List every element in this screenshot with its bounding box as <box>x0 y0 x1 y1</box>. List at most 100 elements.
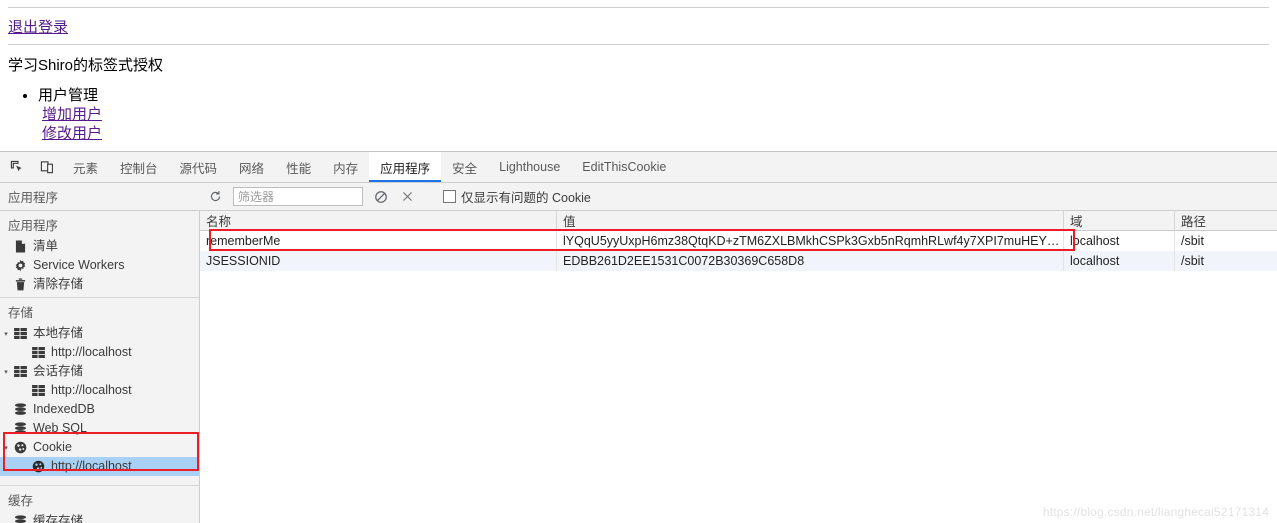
watermark: https://blog.csdn.net/lianghecai52171314 <box>1042 505 1269 519</box>
table-row[interactable]: JSESSIONID EDBB261D2EE1531C0072B30369C65… <box>200 251 1277 271</box>
sidebar-item-session-storage[interactable]: ▾ 会话存储 <box>0 362 199 381</box>
sidebar-item-local-storage[interactable]: ▾ 本地存储 <box>0 324 199 343</box>
tab-lighthouse[interactable]: Lighthouse <box>488 152 571 182</box>
sidebar-section-title-application: 应用程序 <box>8 219 59 233</box>
column-header-domain[interactable]: 域 <box>1063 211 1175 231</box>
logout-link[interactable]: 退出登录 <box>8 16 68 37</box>
cookie-table-header: 名称 值 域 路径 <box>200 211 1277 231</box>
table-header-row: 名称 值 域 路径 <box>200 211 1277 231</box>
device-toolbar-icon[interactable] <box>38 158 56 176</box>
sidebar-item-label: Cookie <box>33 440 72 454</box>
delete-selected-cookie-icon[interactable] <box>398 187 417 206</box>
cookie-icon <box>30 460 46 473</box>
tab-network[interactable]: 网络 <box>228 152 275 182</box>
clear-all-cookies-icon[interactable] <box>371 187 390 206</box>
sidebar-item-cache-storage[interactable]: 缓存存储 <box>0 512 199 523</box>
cell-name[interactable]: rememberMe <box>200 230 557 251</box>
cell-domain[interactable]: localhost <box>1063 251 1175 271</box>
checkbox-box[interactable] <box>443 190 456 203</box>
cell-name[interactable]: JSESSIONID <box>200 251 557 271</box>
sidebar-item-local-storage-localhost[interactable]: http://localhost <box>0 343 199 362</box>
table-row[interactable]: rememberMe lYQqU5yyUxpH6mz38QtqKD+zTM6ZX… <box>200 230 1277 251</box>
tab-label: EditThisCookie <box>582 160 667 174</box>
sidebar-item-label: IndexedDB <box>33 402 95 416</box>
cell-path[interactable]: /sbit <box>1174 251 1277 271</box>
tab-performance[interactable]: 性能 <box>275 152 322 182</box>
devtools-panel: 元素 控制台 源代码 网络 性能 内存 应用程序 安全 Lighthouse E… <box>0 151 1277 523</box>
devtools-tabbar: 元素 控制台 源代码 网络 性能 内存 应用程序 安全 Lighthouse E… <box>0 152 1277 183</box>
tab-application[interactable]: 应用程序 <box>369 152 442 182</box>
feature-list: 用户管理 <box>0 84 1277 105</box>
inspect-element-icon[interactable] <box>8 158 26 176</box>
tab-security[interactable]: 安全 <box>441 152 488 182</box>
cell-value[interactable]: lYQqU5yyUxpH6mz38QtqKD+zTM6ZXLBMkhCSPk3G… <box>556 230 1064 251</box>
database-icon <box>12 403 28 416</box>
tab-label: 应用程序 <box>380 161 431 176</box>
tab-sources[interactable]: 源代码 <box>169 152 229 182</box>
sidebar-item-clear-storage[interactable]: 清除存储 <box>0 275 199 294</box>
sidebar-item-web-sql[interactable]: Web SQL <box>0 419 199 438</box>
database-icon <box>12 515 28 523</box>
sidebar-item-label: http://localhost <box>51 459 132 473</box>
table-icon <box>30 385 46 396</box>
list-item: 用户管理 <box>38 84 1277 105</box>
column-header-name[interactable]: 名称 <box>200 211 557 231</box>
devtools-tool-icons <box>0 152 62 182</box>
sidebar-section-title-cache: 缓存 <box>8 494 34 508</box>
page-divider-middle <box>8 44 1269 45</box>
sidebar-item-label: 清单 <box>33 239 59 253</box>
refresh-icon[interactable] <box>206 187 225 206</box>
cookie-icon <box>12 441 28 454</box>
sidebar-section-title-storage: 存储 <box>8 306 34 320</box>
user-action-links: 增加用户 修改用户 <box>42 105 1277 143</box>
table-icon <box>12 328 28 339</box>
cookie-table-body: rememberMe lYQqU5yyUxpH6mz38QtqKD+zTM6ZX… <box>200 230 1277 271</box>
tab-label: 性能 <box>286 161 312 176</box>
sidebar-item-manifest[interactable]: 清单 <box>0 237 199 256</box>
sidebar-item-session-storage-localhost[interactable]: http://localhost <box>0 381 199 400</box>
sidebar-item-label: 清除存储 <box>33 277 84 291</box>
sidebar-item-service-workers[interactable]: Service Workers <box>0 256 199 275</box>
manifest-icon <box>12 240 28 253</box>
sidebar-item-label: http://localhost <box>51 383 132 397</box>
column-header-value[interactable]: 值 <box>556 211 1064 231</box>
sidebar-item-label: 缓存存储 <box>33 514 84 523</box>
sidebar-item-cookie[interactable]: ▾ Cookie <box>0 438 199 457</box>
chevron-down-icon[interactable]: ▾ <box>0 444 12 452</box>
tab-editthiscookie[interactable]: EditThisCookie <box>571 152 677 182</box>
only-problematic-cookies-checkbox[interactable]: 仅显示有问题的 Cookie <box>443 187 591 206</box>
page-title: 学习Shiro的标签式授权 <box>8 57 164 74</box>
sidebar-item-indexeddb[interactable]: IndexedDB <box>0 400 199 419</box>
sidebar-item-label: Web SQL <box>33 421 87 435</box>
filter-input[interactable] <box>233 187 363 206</box>
add-user-link[interactable]: 增加用户 <box>42 105 1277 124</box>
panel-title: 应用程序 <box>8 191 59 205</box>
sidebar-item-label: http://localhost <box>51 345 132 359</box>
column-header-path[interactable]: 路径 <box>1174 211 1277 231</box>
chevron-down-icon[interactable]: ▾ <box>0 330 12 338</box>
devtools-body: 应用程序 清单 Service Workers 清除存储 存储 ▾ 本地存储 h… <box>0 211 1277 523</box>
gear-icon <box>12 259 28 272</box>
cookie-table: 名称 值 域 路径 rememberMe lYQqU5yyUxpH6mz38Qt… <box>200 211 1277 271</box>
sidebar-item-cookie-localhost[interactable]: http://localhost <box>0 457 199 476</box>
tab-console[interactable]: 控制台 <box>109 152 169 182</box>
tab-label: 源代码 <box>179 161 218 176</box>
tab-label: 元素 <box>73 161 99 176</box>
cell-domain[interactable]: localhost <box>1063 230 1175 251</box>
table-icon <box>30 347 46 358</box>
edit-user-link[interactable]: 修改用户 <box>42 124 1277 143</box>
chevron-down-icon[interactable]: ▾ <box>0 368 12 376</box>
tab-label: 内存 <box>333 161 359 176</box>
checkbox-label: 仅显示有问题的 Cookie <box>461 191 591 205</box>
browser-page-content: 退出登录 学习Shiro的标签式授权 用户管理 增加用户 修改用户 <box>0 0 1277 151</box>
database-icon <box>12 422 28 435</box>
cookie-filter-toolbar: 应用程序 筛选器 仅显示有问题的 Cookie <box>0 183 1277 211</box>
application-sidebar: 应用程序 清单 Service Workers 清除存储 存储 ▾ 本地存储 h… <box>0 211 200 523</box>
cell-value[interactable]: EDBB261D2EE1531C0072B30369C658D8 <box>556 251 1064 271</box>
tab-elements[interactable]: 元素 <box>62 152 109 182</box>
trash-icon <box>12 278 28 291</box>
tab-label: 控制台 <box>120 161 158 176</box>
page-divider-top <box>8 7 1269 8</box>
cell-path[interactable]: /sbit <box>1174 230 1277 251</box>
tab-memory[interactable]: 内存 <box>322 152 369 182</box>
